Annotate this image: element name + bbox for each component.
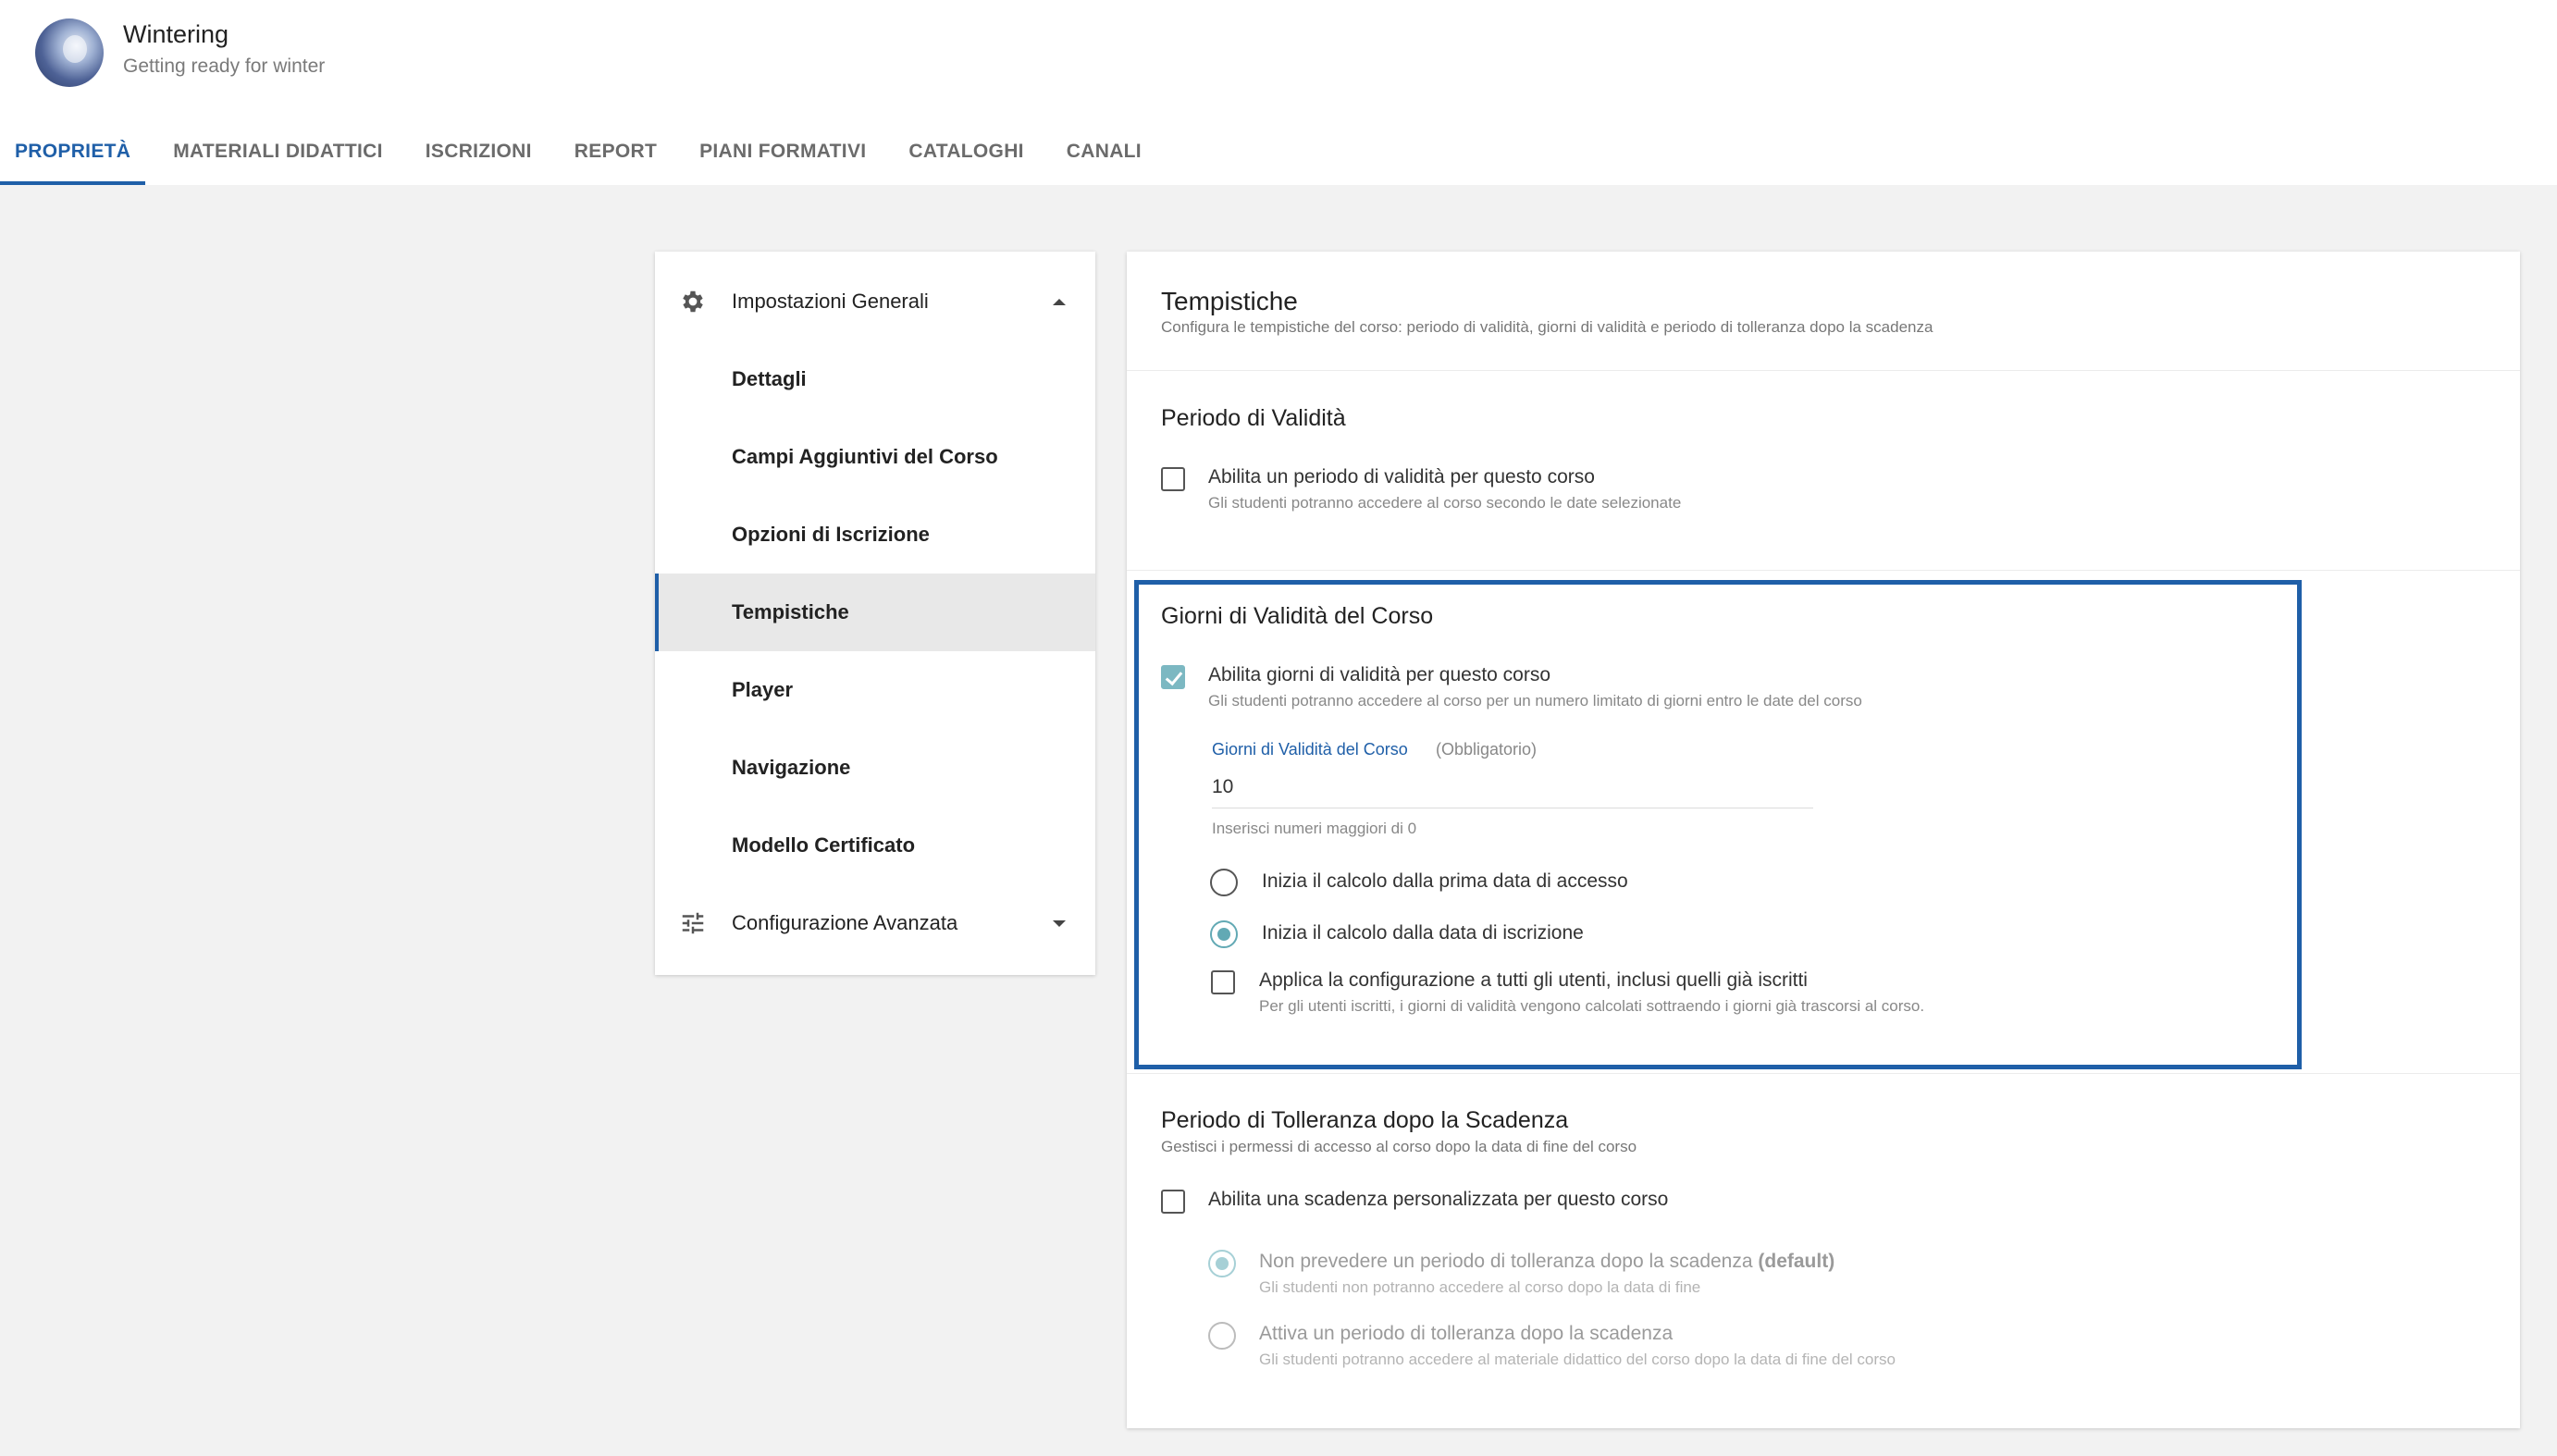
validity-days-input[interactable]	[1212, 766, 1813, 808]
tolerance-title: Periodo di Tolleranza dopo la Scadenza	[1161, 1107, 1569, 1133]
sidebar-item-label: Navigazione	[732, 756, 851, 779]
timing-panel: Tempistiche Configura le tempistiche del…	[1127, 252, 2520, 1428]
course-title: Wintering	[123, 20, 229, 48]
chevron-down-icon	[1053, 919, 1066, 927]
validity-days-checkbox[interactable]	[1161, 665, 1185, 689]
radio-no-tolerance-help: Gli studenti non potranno accedere al co…	[1259, 1278, 1701, 1296]
page-title: Tempistiche	[1161, 287, 1298, 315]
page-subtitle: Configura le tempistiche del corso: peri…	[1161, 318, 1933, 336]
radio-no-tolerance[interactable]	[1208, 1250, 1236, 1277]
sidebar-item-label: Player	[732, 678, 794, 701]
radio-enrollment-date[interactable]	[1210, 920, 1238, 948]
divider	[1127, 1073, 2520, 1074]
tab-cataloghi[interactable]: CATALOGHI	[896, 130, 1036, 185]
sliders-icon	[679, 909, 707, 937]
radio-enrollment-date-label: Inizia il calcolo dalla data di iscrizio…	[1262, 922, 1584, 944]
apply-all-checkbox[interactable]	[1211, 970, 1235, 994]
tab-canali[interactable]: CANALI	[1054, 130, 1155, 185]
tab-report[interactable]: REPORT	[562, 130, 670, 185]
sidebar-group-advanced[interactable]: Configurazione Avanzata	[655, 884, 1095, 962]
validity-period-label: Abilita un periodo di validità per quest…	[1208, 466, 1595, 487]
tab-bar: PROPRIETÀ MATERIALI DIDATTICI ISCRIZIONI…	[0, 130, 1155, 185]
sidebar-item-label: Modello Certificato	[732, 833, 916, 857]
validity-days-field-label: Giorni di Validità del Corso	[1212, 740, 1408, 759]
radio-first-access-label: Inizia il calcolo dalla prima data di ac…	[1262, 870, 1628, 892]
tab-proprieta[interactable]: PROPRIETÀ	[0, 130, 146, 185]
sidebar-item-modello-certificato[interactable]: Modello Certificato	[655, 807, 1095, 884]
divider	[1127, 370, 2520, 371]
apply-all-help: Per gli utenti iscritti, i giorni di val…	[1259, 997, 1925, 1015]
gear-icon	[679, 288, 707, 315]
course-subtitle: Getting ready for winter	[123, 56, 326, 77]
validity-period-title: Periodo di Validità	[1161, 405, 1346, 431]
tab-iscrizioni[interactable]: ISCRIZIONI	[413, 130, 545, 185]
validity-period-help: Gli studenti potranno accedere al corso …	[1208, 494, 1682, 512]
validity-days-label: Abilita giorni di validità per questo co…	[1208, 664, 1551, 685]
tab-piani-formativi[interactable]: PIANI FORMATIVI	[686, 130, 879, 185]
validity-days-help: Gli studenti potranno accedere al corso …	[1208, 692, 1862, 709]
validity-days-field-required: (Obbligatorio)	[1436, 740, 1538, 759]
sidebar-group-general[interactable]: Impostazioni Generali	[655, 263, 1095, 340]
validity-days-title: Giorni di Validità del Corso	[1161, 603, 1434, 629]
default-tag: (default)	[1758, 1251, 1835, 1272]
validity-days-field-hint: Inserisci numeri maggiori di 0	[1212, 820, 1417, 837]
top-bar: Wintering Getting ready for winter PROPR…	[0, 0, 2557, 185]
tab-materiali-didattici[interactable]: MATERIALI DIDATTICI	[160, 130, 396, 185]
course-avatar	[35, 19, 104, 87]
sidebar-item-navigazione[interactable]: Navigazione	[655, 729, 1095, 807]
settings-sidebar: Impostazioni Generali Dettagli Campi Agg…	[655, 252, 1095, 975]
radio-no-tolerance-text: Non prevedere un periodo di tolleranza d…	[1259, 1251, 1753, 1272]
tolerance-checkbox-label: Abilita una scadenza personalizzata per …	[1208, 1189, 1669, 1210]
sidebar-item-campi-aggiuntivi[interactable]: Campi Aggiuntivi del Corso	[655, 418, 1095, 496]
validity-period-checkbox[interactable]	[1161, 467, 1185, 491]
chevron-up-icon	[1053, 298, 1066, 305]
sidebar-item-dettagli[interactable]: Dettagli	[655, 340, 1095, 418]
sidebar-group-general-label: Impostazioni Generali	[732, 290, 929, 313]
radio-active-tolerance[interactable]	[1208, 1322, 1236, 1350]
tolerance-subtitle: Gestisci i permessi di accesso al corso …	[1161, 1138, 1637, 1155]
divider	[1127, 570, 2520, 571]
sidebar-item-opzioni-iscrizione[interactable]: Opzioni di Iscrizione	[655, 496, 1095, 574]
apply-all-label: Applica la configurazione a tutti gli ut…	[1259, 969, 1808, 991]
sidebar-item-label: Tempistiche	[732, 600, 849, 623]
radio-first-access[interactable]	[1210, 869, 1238, 896]
radio-active-tolerance-help: Gli studenti potranno accedere al materi…	[1259, 1351, 1896, 1368]
radio-no-tolerance-label: Non prevedere un periodo di tolleranza d…	[1259, 1251, 1834, 1273]
sidebar-item-label: Campi Aggiuntivi del Corso	[732, 445, 998, 468]
sidebar-item-tempistiche[interactable]: Tempistiche	[655, 574, 1095, 651]
radio-active-tolerance-label: Attiva un periodo di tolleranza dopo la …	[1259, 1323, 1674, 1344]
sidebar-group-advanced-label: Configurazione Avanzata	[732, 911, 958, 934]
tolerance-checkbox[interactable]	[1161, 1190, 1185, 1214]
sidebar-item-player[interactable]: Player	[655, 651, 1095, 729]
sidebar-item-label: Opzioni di Iscrizione	[732, 523, 930, 546]
sidebar-item-label: Dettagli	[732, 367, 807, 390]
